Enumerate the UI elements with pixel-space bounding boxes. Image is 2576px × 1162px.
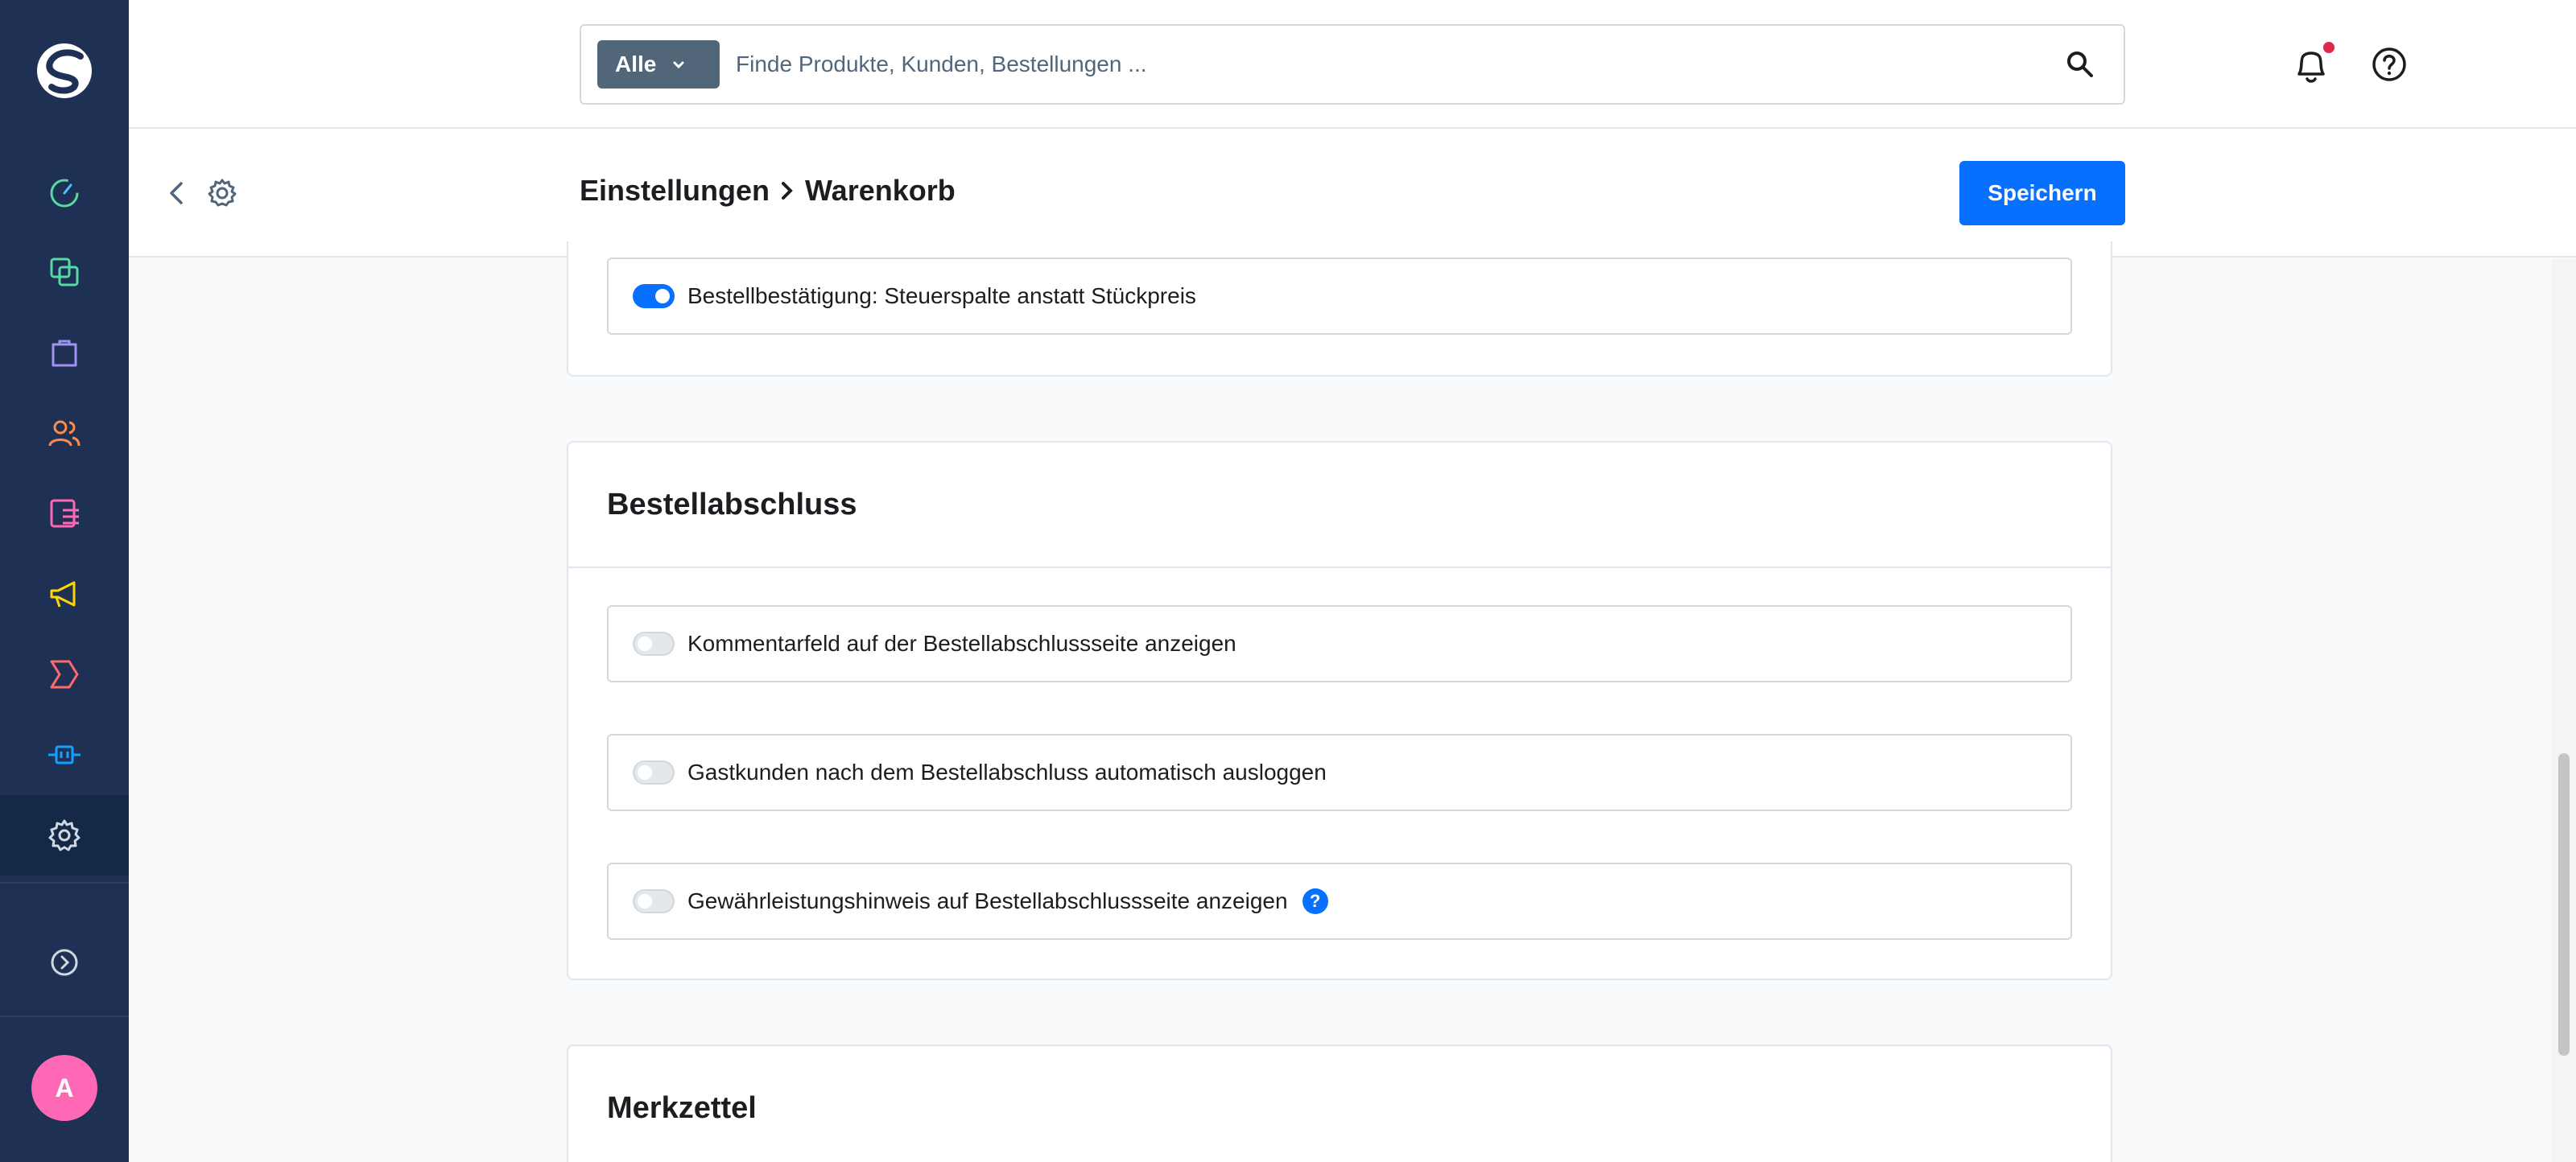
card-divider xyxy=(568,567,2111,568)
gauge-icon xyxy=(50,179,79,208)
sidebar-item-marketing[interactable] xyxy=(0,554,129,634)
toggle-switch[interactable] xyxy=(633,632,675,656)
save-button[interactable]: Speichern xyxy=(1959,161,2125,225)
breadcrumb-parent[interactable]: Einstellungen xyxy=(580,174,770,208)
sidebar-expand-toggle[interactable] xyxy=(0,922,129,1003)
sidebar-item-content[interactable] xyxy=(0,473,129,554)
setting-label: Gastkunden nach dem Bestellabschluss aut… xyxy=(687,760,1327,785)
page-header: Einstellungen Warenkorb Speichern xyxy=(129,129,2576,258)
shopping-bag-icon xyxy=(52,340,77,367)
search-input[interactable] xyxy=(736,40,2024,89)
setting-row: Bestellbestätigung: Steuerspalte anstatt… xyxy=(607,258,2072,335)
breadcrumb: Einstellungen Warenkorb xyxy=(580,174,956,208)
sidebar: A xyxy=(0,0,129,1162)
scrollbar-thumb[interactable] xyxy=(2558,753,2570,1056)
search-type-select[interactable]: Alle xyxy=(597,40,720,89)
chevron-circle-right-icon xyxy=(51,949,78,976)
breadcrumb-current: Warenkorb xyxy=(805,174,956,207)
setting-label: Kommentarfeld auf der Bestellabschlussse… xyxy=(687,631,1236,656)
notification-badge xyxy=(2323,42,2334,53)
shopware-logo-icon[interactable] xyxy=(31,37,98,105)
checkout-card: Bestellabschluss Kommentarfeld auf der B… xyxy=(567,441,2112,980)
sidebar-item-customers[interactable] xyxy=(0,393,129,473)
copy-icon xyxy=(50,258,79,286)
toggle-switch[interactable] xyxy=(633,284,675,308)
megaphone-icon xyxy=(50,581,76,608)
setting-label: Bestellbestätigung: Steuerspalte anstatt… xyxy=(687,283,1196,308)
setting-row: Kommentarfeld auf der Bestellabschlussse… xyxy=(607,605,2072,682)
top-bar: Alle xyxy=(129,0,2576,129)
search-type-label: Alle xyxy=(615,52,657,76)
gear-icon xyxy=(208,179,237,207)
help-tooltip-icon[interactable]: ? xyxy=(1302,888,1328,914)
wishlist-card: Merkzettel xyxy=(567,1045,2112,1162)
card-title: Bestellabschluss xyxy=(607,488,857,521)
sidebar-item-orders[interactable] xyxy=(0,312,129,393)
sales-channel-icon xyxy=(50,660,79,689)
sidebar-divider xyxy=(0,1016,129,1017)
search-icon[interactable] xyxy=(2064,48,2096,80)
setting-row: Gewährleistungshinweis auf Bestellabschl… xyxy=(607,863,2072,940)
content-list-icon xyxy=(50,499,79,528)
chevron-right-icon xyxy=(782,182,793,200)
sidebar-item-settings[interactable] xyxy=(0,795,129,876)
global-search: Alle xyxy=(580,24,2125,105)
sidebar-item-catalogues[interactable] xyxy=(0,232,129,312)
toggle-switch[interactable] xyxy=(633,760,675,785)
sidebar-divider xyxy=(0,882,129,884)
help-icon[interactable] xyxy=(2370,45,2409,84)
users-icon xyxy=(48,420,80,447)
avatar[interactable]: A xyxy=(31,1055,97,1121)
setting-row: Gastkunden nach dem Bestellabschluss aut… xyxy=(607,734,2072,811)
plug-icon xyxy=(48,745,80,764)
sidebar-item-sales-channels[interactable] xyxy=(0,634,129,715)
sidebar-item-extensions[interactable] xyxy=(0,715,129,795)
chevron-down-icon xyxy=(673,61,684,69)
card-title: Merkzettel xyxy=(607,1091,757,1125)
settings-card-partial: Bestellbestätigung: Steuerspalte anstatt… xyxy=(567,241,2112,377)
toggle-switch[interactable] xyxy=(633,889,675,913)
gear-icon xyxy=(48,819,80,851)
sidebar-item-dashboard[interactable] xyxy=(0,151,129,232)
back-arrow-icon[interactable] xyxy=(161,177,193,209)
setting-label: Gewährleistungshinweis auf Bestellabschl… xyxy=(687,888,1288,913)
